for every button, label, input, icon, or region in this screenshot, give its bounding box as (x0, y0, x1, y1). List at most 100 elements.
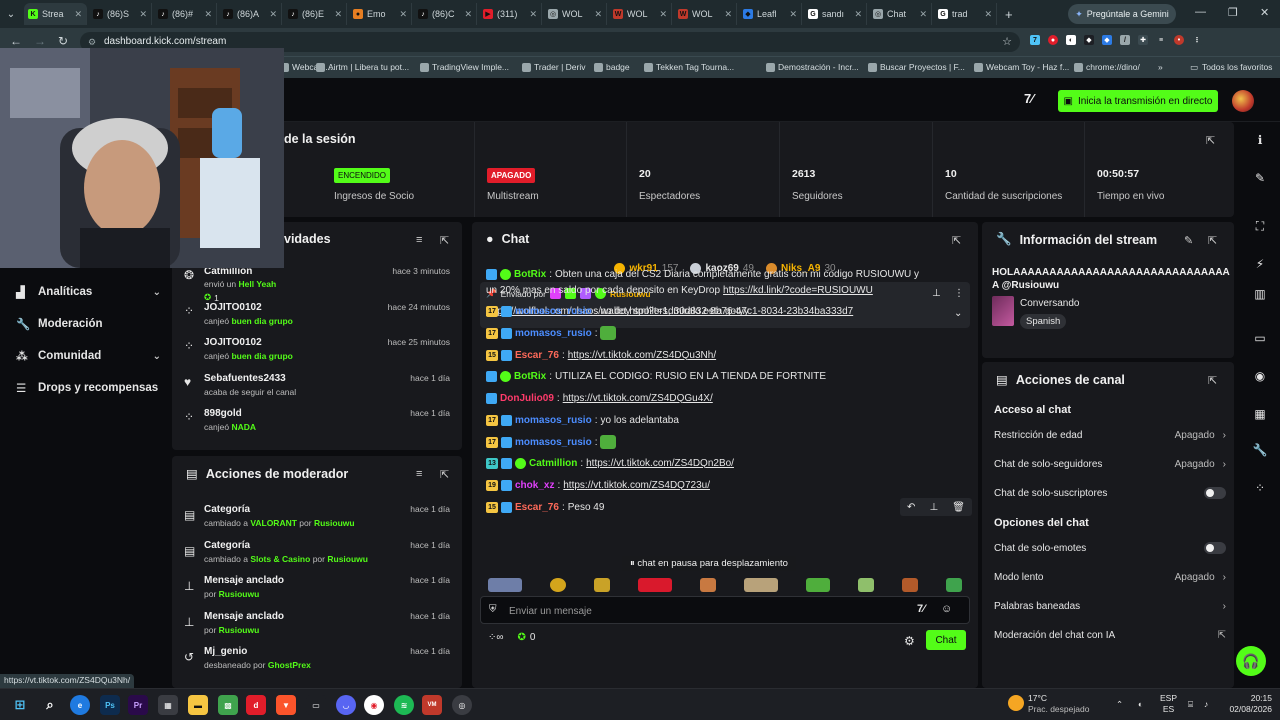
profile-avatar-icon[interactable]: • (1174, 35, 1184, 45)
reading-list-icon[interactable]: ≡ (1156, 35, 1166, 45)
infinity-points-icon[interactable]: ⁘∞ (488, 632, 504, 643)
toggle-switch[interactable] (1204, 487, 1226, 499)
bookmark-item[interactable]: Demostración - Incr... (766, 62, 859, 72)
tab-search-icon[interactable]: ⌄ (0, 9, 22, 20)
setting-row[interactable]: Restricción de edad Apagado › (994, 426, 1226, 444)
chat-message[interactable]: BotRix: UTILIZA EL CODIGO: RUSIO EN LA TI… (486, 367, 966, 385)
brave-icon[interactable]: ▼ (276, 695, 296, 715)
chat-username[interactable]: BotRix (514, 371, 546, 382)
chevron-right-icon[interactable]: › (1223, 601, 1226, 612)
back-icon[interactable]: ← (10, 34, 22, 48)
toggle-switch[interactable] (1204, 542, 1226, 554)
extension-tradingview-icon[interactable]: 7 (1030, 35, 1040, 45)
close-tab-icon[interactable]: ✕ (74, 9, 82, 20)
flash-icon[interactable]: ⚡ (1250, 254, 1270, 274)
chat-message-input[interactable] (509, 603, 889, 619)
discord-icon[interactable]: ◡ (336, 695, 356, 715)
close-tab-icon[interactable]: ✕ (919, 9, 927, 20)
chat-message[interactable]: 17 momasos_rusio: no doy spoilers, miralo … (486, 302, 966, 320)
store-icon[interactable]: ▦ (158, 695, 178, 715)
mod-action-item[interactable]: ⊥ Mensaje anclado por Rusiouwu hace 1 día (172, 607, 462, 641)
gemini-button[interactable]: ✦ Pregúntale a Gemini (1068, 4, 1176, 24)
chevron-down-icon[interactable]: ⌄ (153, 287, 161, 298)
nav-item-drops[interactable]: ☰ Drops y recompensas (16, 378, 161, 398)
activity-item[interactable]: ♥ Sebafuentes2433 acaba de seguir el canal… (172, 369, 462, 403)
points-balance[interactable]: ✪ 0 (518, 632, 536, 643)
chat-username[interactable]: DonJulio09 (500, 393, 554, 404)
edit-stream-icon[interactable]: ✎ (1184, 234, 1193, 247)
browser-menu-icon[interactable]: ⋮ (1192, 35, 1202, 45)
chat-message[interactable]: 17 momasos_rusio: (486, 433, 966, 451)
browser-tab[interactable]: ♪ (86)# ✕ (154, 3, 217, 25)
chat-message[interactable]: 19 chok_xz: https://vt.tiktok.com/ZS4DQ723… (486, 476, 966, 494)
obs-icon[interactable]: ◎ (452, 695, 472, 715)
chat-message[interactable]: 15 Escar_76: https://vt.tiktok.com/ZS4DQu3… (486, 346, 966, 364)
emote-icon[interactable] (488, 578, 522, 592)
chat-message[interactable]: 13 Catmillion: https://vt.tiktok.com/ZS4DQ… (486, 454, 966, 472)
chat-link[interactable]: https://vt.tiktok.com/ZS4DQn2Bo/ (586, 458, 734, 469)
filter-activity-icon[interactable]: ≡ (416, 234, 422, 246)
bookmark-item[interactable]: TradingView Imple... (420, 62, 509, 72)
extension-record-icon[interactable]: ● (1048, 35, 1058, 45)
browser-tab[interactable]: K Strea ✕ (24, 3, 87, 25)
nav-item-moderación[interactable]: 🔧 Moderación (16, 314, 161, 334)
extension-blue-icon[interactable]: ◆ (1102, 35, 1112, 45)
kick-emote-icon[interactable]: 7⁄ (917, 603, 925, 615)
chat-rail-icon[interactable]: ▭ (1250, 328, 1270, 348)
mod-action-item[interactable]: ▤ Categoría cambiado a VALORANT por Rusiou… (172, 500, 462, 534)
chat-username[interactable]: momasos_rusio (515, 306, 592, 317)
activity-username[interactable]: JOJITO0102 (204, 337, 262, 348)
bookmark-item[interactable]: Tekken Tag Tourna... (644, 62, 734, 72)
clip-icon[interactable]: ⛶ (1250, 216, 1270, 236)
emote-icon[interactable] (744, 578, 778, 592)
browser-tab[interactable]: ♪ (86)S ✕ (89, 3, 152, 25)
reply-icon[interactable]: ↶ (907, 502, 915, 513)
close-tab-icon[interactable]: ✕ (724, 9, 732, 20)
notes-icon[interactable]: ▥ (1250, 284, 1270, 304)
activity-username[interactable]: JOJITO0102 (204, 302, 262, 313)
close-tab-icon[interactable]: ✕ (464, 9, 472, 20)
chat-message[interactable]: DonJulio09: https://vt.tiktok.com/ZS4DQGu… (486, 389, 966, 407)
mod-action-item[interactable]: ↺ Mj_genio desbaneado por GhostPrex hace 1 … (172, 642, 462, 676)
bookmark-item[interactable]: badge (594, 62, 630, 72)
filter-mod-icon[interactable]: ≡ (416, 468, 422, 480)
premiere-icon[interactable]: Pr (128, 695, 148, 715)
chat-paused-banner[interactable]: ⏸ chat en pausa para desplazamiento (622, 556, 796, 571)
chat-username[interactable]: momasos_rusio (515, 415, 592, 426)
bookmark-item[interactable]: Airtm | Libera tu pot... (316, 62, 409, 72)
emote-icon[interactable] (858, 578, 874, 592)
chevron-down-icon[interactable]: ⌄ (153, 351, 161, 362)
chevron-right-icon[interactable]: › (1223, 459, 1226, 470)
volume-icon[interactable]: ♪ (1204, 699, 1208, 710)
activity-item[interactable]: ⁘ JOJITO0102 canjeó buen dia grupo hace 25 … (172, 333, 462, 367)
close-tab-icon[interactable]: ✕ (984, 9, 992, 20)
minimize-icon[interactable]: — (1195, 6, 1206, 18)
bookmarks-overflow-icon[interactable]: » (1158, 62, 1163, 72)
language-indicator[interactable]: ESP ES (1160, 693, 1177, 715)
go-live-button[interactable]: ▣ Inicia la transmisión en directo (1058, 90, 1218, 112)
setting-row[interactable]: Palabras baneadas › (994, 597, 1226, 615)
emote-icon[interactable] (550, 578, 566, 592)
browser-tab[interactable]: W WOL ✕ (609, 3, 672, 25)
close-tab-icon[interactable]: ✕ (399, 9, 407, 20)
chat-settings-icon[interactable]: ⚙ (904, 634, 915, 648)
browser-tab[interactable]: Gsandı ✕ (804, 3, 867, 25)
browser-tab[interactable]: ◎ Chat ✕ (869, 3, 932, 25)
extension-diamond-icon[interactable]: ◆ (1084, 35, 1094, 45)
bookmark-item[interactable]: chrome://dino/ (1074, 62, 1140, 72)
stats-rail-icon[interactable]: ▦ (1250, 404, 1270, 424)
browser-tab[interactable]: ◆ Leafl ✕ (739, 3, 802, 25)
browser-tab[interactable]: ♪ (86)A ✕ (219, 3, 282, 25)
setting-row[interactable]: Modo lento Apagado › (994, 568, 1226, 586)
voicemod-icon[interactable]: VM (422, 695, 442, 715)
tray-chevron-icon[interactable]: ⌃ (1116, 699, 1123, 710)
expand-channel-actions-icon[interactable]: ⇱ (1208, 374, 1217, 387)
mod-action-item[interactable]: ⊥ Mensaje anclado por Rusiouwu hace 1 día (172, 571, 462, 605)
activity-username[interactable]: Sebafuentes2433 (204, 373, 286, 384)
expand-chat-icon[interactable]: ⇱ (952, 234, 961, 247)
chat-send-button[interactable]: Chat (926, 630, 966, 650)
weather-icon[interactable] (1008, 695, 1024, 711)
user-avatar[interactable] (1232, 90, 1254, 112)
browser-tab[interactable]: Gtrad ✕ (934, 3, 997, 25)
bookmark-item[interactable]: Buscar Proyectos | F... (868, 62, 965, 72)
